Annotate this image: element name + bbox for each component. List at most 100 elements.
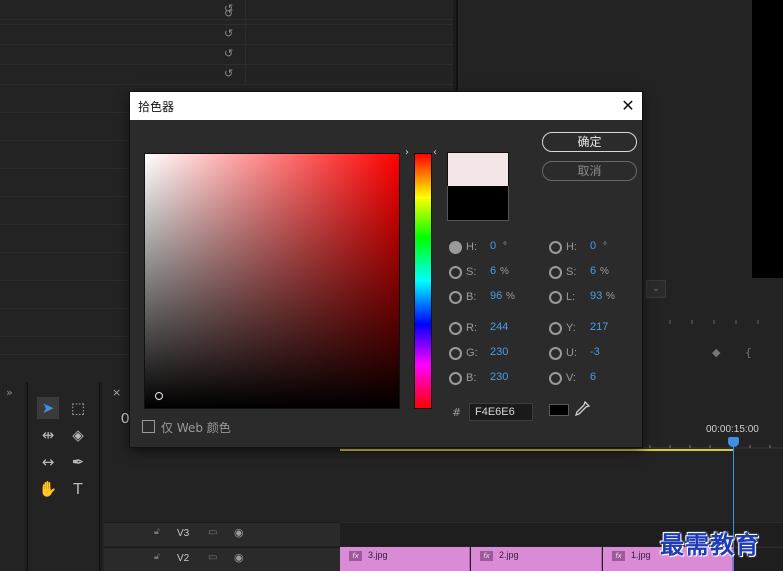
marker-icon[interactable]: ◆ { — [712, 346, 752, 359]
close-sequence-icon[interactable]: × — [112, 386, 121, 399]
project-panel-dock: » — [0, 382, 25, 571]
expand-panels-icon[interactable]: » — [6, 386, 13, 399]
razor-tool-icon[interactable]: ◈ — [67, 424, 89, 446]
track-label: V2 — [177, 553, 190, 564]
clip[interactable]: fx 2.jpg — [471, 547, 602, 571]
field-label: L: — [566, 291, 576, 303]
field-label: H: — [466, 241, 477, 253]
dialog-title: 拾色器 — [138, 100, 175, 114]
reset-icon[interactable]: ↺ — [224, 68, 236, 80]
field-unit: % — [500, 266, 509, 277]
lock-icon[interactable]: 🔓︎ — [154, 527, 160, 537]
hsb-hue-radio[interactable] — [449, 241, 462, 254]
rgb-red-radio[interactable] — [449, 322, 462, 335]
hsb-brightness-radio[interactable] — [449, 291, 462, 304]
field-label: G: — [466, 347, 478, 359]
ripple-edit-tool-icon[interactable]: ⇹ — [37, 424, 59, 446]
field-unit: % — [506, 291, 515, 302]
field-value[interactable]: 6 — [590, 371, 596, 383]
cancel-button[interactable]: 取消 — [542, 161, 637, 181]
field-label: S: — [466, 266, 477, 278]
field-value[interactable]: 217 — [590, 321, 608, 333]
field-value[interactable]: 244 — [490, 321, 508, 333]
close-icon[interactable]: ✕ — [614, 92, 642, 120]
field-value[interactable]: 6 — [490, 265, 496, 277]
yuv-u-field[interactable]: U: -3 — [549, 346, 629, 362]
hsb-brightness-field[interactable]: B: 96 % — [449, 290, 529, 306]
sync-lock-icon[interactable]: ▭ — [208, 552, 217, 563]
rgb-green-field[interactable]: G: 230 — [449, 346, 529, 362]
field-value[interactable]: 230 — [490, 346, 508, 358]
hand-tool-icon[interactable]: ✋ — [37, 478, 59, 500]
monitor-dropdown[interactable]: ⌄ — [646, 280, 666, 298]
playhead[interactable] — [728, 437, 739, 447]
hsl-hue-radio[interactable] — [549, 241, 562, 254]
monitor-ruler — [669, 320, 759, 324]
field-value[interactable]: 96 — [490, 290, 502, 302]
eye-icon[interactable]: ◉ — [234, 551, 244, 564]
hue-slider-arrow-right-icon[interactable]: ‹ — [433, 147, 437, 158]
yuv-u-radio[interactable] — [549, 347, 562, 360]
rgb-blue-field[interactable]: B: 230 — [449, 371, 529, 387]
clip-name: 1.jpg — [631, 550, 651, 560]
hsb-saturation-field[interactable]: S: 6 % — [449, 265, 529, 281]
original-color-swatch[interactable] — [447, 186, 509, 221]
sync-lock-icon[interactable]: ▭ — [208, 527, 217, 538]
ok-button[interactable]: 确定 — [542, 132, 637, 152]
hsl-saturation-field[interactable]: S: 6 % — [549, 265, 629, 281]
saturation-brightness-field[interactable] — [144, 153, 400, 409]
dialog-titlebar[interactable]: 拾色器 ✕ — [130, 92, 642, 120]
eyedropper-color-swatch — [549, 404, 569, 416]
field-value[interactable]: 0 — [590, 240, 596, 252]
hsl-hue-field[interactable]: H: 0 ° — [549, 240, 629, 256]
eye-icon[interactable]: ◉ — [234, 526, 244, 539]
field-unit: % — [600, 266, 609, 277]
work-area-bar[interactable] — [340, 449, 734, 451]
track-header-v3: 🔓︎ V3 ▭ ◉ — [104, 522, 340, 546]
yuv-v-field[interactable]: V: 6 — [549, 371, 629, 387]
effect-row: ↺ — [0, 5, 453, 25]
field-label: V: — [566, 372, 576, 384]
field-label: R: — [466, 322, 477, 334]
track-select-tool-icon[interactable]: ⬚ — [67, 397, 89, 419]
field-value[interactable]: -3 — [590, 346, 600, 358]
hsl-lightness-radio[interactable] — [549, 291, 562, 304]
rgb-red-field[interactable]: R: 244 — [449, 321, 529, 337]
rgb-green-radio[interactable] — [449, 347, 462, 360]
hsl-lightness-field[interactable]: L: 93 % — [549, 290, 629, 306]
field-value[interactable]: 0 — [490, 240, 496, 252]
type-tool-icon[interactable]: T — [67, 478, 89, 500]
field-label: Y: — [566, 322, 576, 334]
pen-tool-icon[interactable]: ✒ — [67, 451, 89, 473]
clip[interactable]: fx 3.jpg — [340, 547, 470, 571]
reset-icon[interactable]: ↺ — [224, 8, 236, 20]
clip-name: 3.jpg — [368, 550, 388, 560]
selection-tool-icon[interactable]: ➤ — [37, 397, 59, 419]
hsb-hue-field[interactable]: H: 0 ° — [449, 240, 529, 256]
ruler-timecode: 00:00:15:00 — [706, 424, 759, 435]
yuv-y-radio[interactable] — [549, 322, 562, 335]
hex-input[interactable]: F4E6E6 — [469, 403, 533, 421]
current-timecode[interactable]: 0 — [121, 410, 129, 427]
reset-icon[interactable]: ↺ — [224, 48, 236, 60]
field-value[interactable]: 93 — [590, 290, 602, 302]
eyedropper-icon[interactable] — [574, 400, 591, 417]
hsb-saturation-radio[interactable] — [449, 266, 462, 279]
hue-slider-arrow-left-icon[interactable]: › — [405, 147, 409, 158]
reset-icon[interactable]: ↺ — [224, 28, 236, 40]
hsl-saturation-radio[interactable] — [549, 266, 562, 279]
slip-tool-icon[interactable]: ↔ — [37, 451, 59, 473]
lock-icon[interactable]: 🔓︎ — [154, 552, 160, 562]
yuv-y-field[interactable]: Y: 217 — [549, 321, 629, 337]
yuv-v-radio[interactable] — [549, 372, 562, 385]
web-colors-only-label: 仅 Web 颜色 — [161, 421, 231, 435]
field-value[interactable]: 6 — [590, 265, 596, 277]
color-cursor[interactable] — [154, 391, 164, 401]
hue-slider[interactable] — [414, 153, 432, 409]
checkbox-box[interactable] — [142, 420, 155, 433]
field-value[interactable]: 230 — [490, 371, 508, 383]
rgb-blue-radio[interactable] — [449, 372, 462, 385]
effect-row: ↺ — [0, 45, 453, 65]
fx-badge: fx — [349, 551, 362, 561]
field-unit: % — [606, 291, 615, 302]
